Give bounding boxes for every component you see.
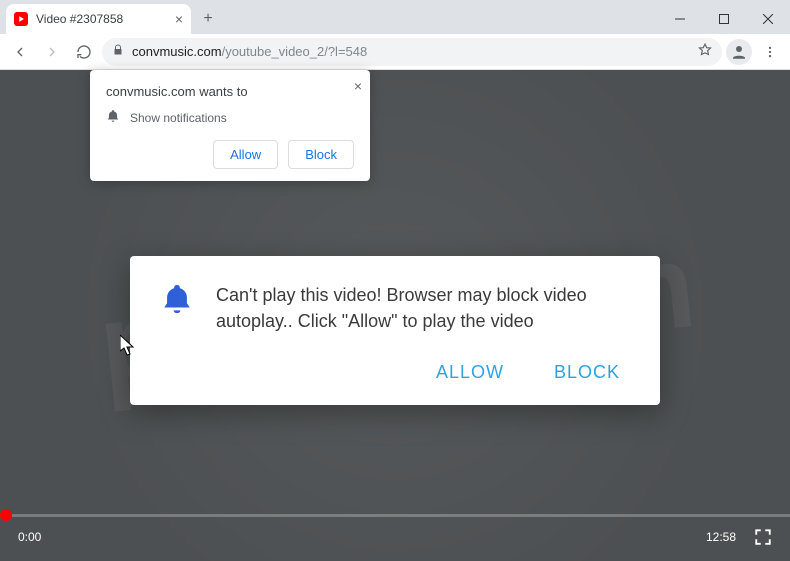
url-domain: convmusic.com [132,44,222,59]
window-controls [658,4,790,34]
url-text: convmusic.com/youtube_video_2/?l=548 [132,44,367,59]
lock-icon [112,44,124,59]
block-button[interactable]: Block [288,140,354,169]
youtube-icon [14,12,28,26]
prompt-permission: Show notifications [130,111,227,125]
toolbar: convmusic.com/youtube_video_2/?l=548 [0,34,790,70]
prompt-title: convmusic.com wants to [106,84,354,99]
allow-button[interactable]: Allow [213,140,278,169]
profile-avatar[interactable] [726,39,752,65]
address-bar[interactable]: convmusic.com/youtube_video_2/?l=548 [102,38,722,66]
window-titlebar: Video #2307858 × + [0,0,790,34]
close-window-button[interactable] [746,4,790,34]
video-progress-bar[interactable] [0,514,790,517]
close-icon[interactable]: × [354,78,362,94]
close-tab-icon[interactable]: × [175,12,183,26]
bell-icon [160,282,194,321]
fullscreen-icon[interactable] [754,528,772,546]
minimize-button[interactable] [658,4,702,34]
video-current-time: 0:00 [18,530,41,544]
reload-button[interactable] [70,38,98,66]
browser-tab[interactable]: Video #2307858 × [6,4,191,34]
dialog-allow-button[interactable]: ALLOW [436,362,504,383]
bell-icon [106,109,120,126]
new-tab-button[interactable]: + [195,6,221,32]
video-progress-handle[interactable] [0,509,12,521]
url-path: /youtube_video_2/?l=548 [222,44,368,59]
maximize-button[interactable] [702,4,746,34]
menu-button[interactable] [756,38,784,66]
video-controls: 0:00 12:58 [0,513,790,561]
dialog-message: Can't play this video! Browser may block… [216,282,630,334]
back-button[interactable] [6,38,34,66]
page-dialog: Can't play this video! Browser may block… [130,256,660,405]
bookmark-star-icon[interactable] [698,43,712,60]
video-duration: 12:58 [706,530,736,544]
watermark-text: pcrisk.com [93,216,698,415]
forward-button[interactable] [38,38,66,66]
notification-permission-prompt: × convmusic.com wants to Show notificati… [90,70,370,181]
dialog-block-button[interactable]: BLOCK [554,362,620,383]
tab-title: Video #2307858 [36,12,167,26]
